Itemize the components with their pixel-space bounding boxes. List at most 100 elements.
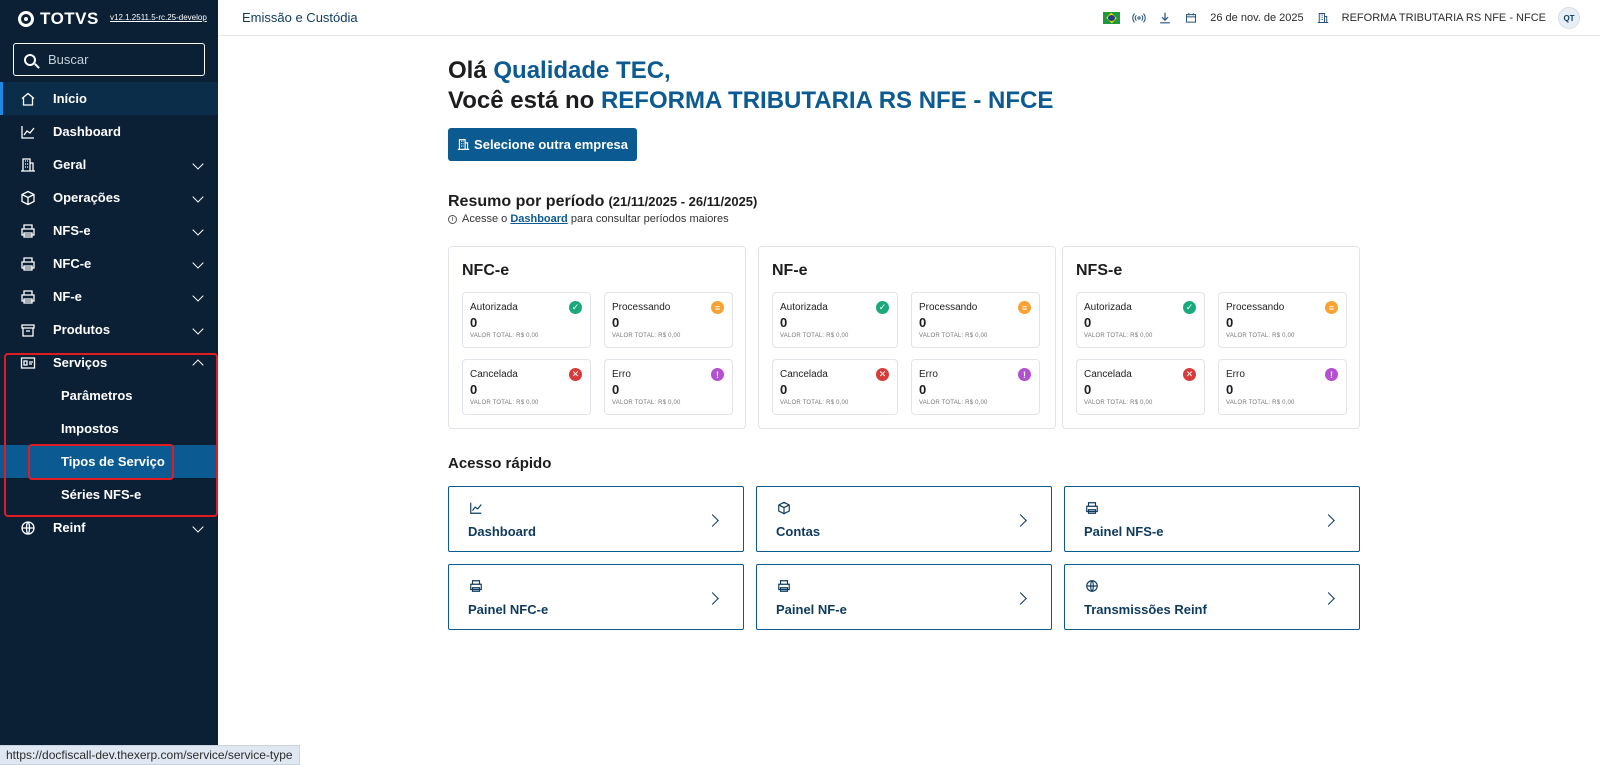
quick-access-dashboard[interactable]: Dashboard: [448, 486, 744, 552]
chevron-right-icon: [1014, 514, 1027, 527]
stat-total: VALOR TOTAL: R$ 0,00: [612, 400, 681, 406]
signal-icon[interactable]: [1132, 11, 1146, 25]
stat-total: VALOR TOTAL: R$ 0,00: [1226, 400, 1295, 406]
stat-cancelada: Cancelada ✕ 0 VALOR TOTAL: R$ 0,00: [772, 359, 898, 415]
sidebar-item-label: Operações: [53, 190, 121, 205]
sidebar-item-label: Serviços: [53, 355, 108, 370]
sidebar-item-label: Dashboard: [53, 124, 121, 139]
quick-access-label: Painel NFC-e: [468, 602, 549, 617]
select-company-label: Selecione outra empresa: [474, 137, 628, 152]
printer-icon: [468, 579, 484, 593]
sidebar-item-label: Produtos: [53, 322, 111, 337]
box-icon: [20, 190, 36, 205]
quick-access-title: Acesso rápido: [448, 455, 552, 472]
search-input[interactable]: [48, 52, 188, 67]
quick-access-painel-nfce[interactable]: Painel NFC-e: [448, 564, 744, 630]
sidebar-item-nfce[interactable]: NFC-e: [0, 247, 218, 280]
chevron-down-icon: [192, 290, 204, 302]
stat-autorizada: Autorizada ✓ 0 VALOR TOTAL: R$ 0,00: [1076, 292, 1205, 348]
sidebar-item-label: NFS-e: [53, 223, 91, 238]
close-circle-icon: ✕: [1183, 368, 1196, 381]
sidebar-item-nfse[interactable]: NFS-e: [0, 214, 218, 247]
stat-value: 0: [1084, 315, 1092, 330]
stat-label: Cancelada: [470, 369, 518, 380]
quick-access-label: Contas: [776, 524, 821, 539]
stat-value: 0: [780, 382, 788, 397]
building-icon: [1316, 11, 1330, 25]
alert-circle-icon: !: [1325, 368, 1338, 381]
sidebar-item-dashboard[interactable]: Dashboard: [0, 115, 218, 148]
sidebar-item-inicio[interactable]: Início: [0, 82, 218, 115]
sidebar-item-servicos[interactable]: Serviços: [0, 346, 218, 379]
sidebar-subitem-series-nfse[interactable]: Séries NFS-e: [0, 478, 218, 511]
sidebar-item-label: Geral: [53, 157, 87, 172]
quick-access-painel-nfse[interactable]: Painel NFS-e: [1064, 486, 1360, 552]
stat-erro: Erro ! 0 VALOR TOTAL: R$ 0,00: [1218, 359, 1347, 415]
stat-total: VALOR TOTAL: R$ 0,00: [919, 400, 988, 406]
chevron-down-icon: [192, 224, 204, 236]
sidebar-subitem-tipos-de-servico[interactable]: Tipos de Serviço: [0, 445, 218, 478]
chevron-right-icon: [706, 592, 719, 605]
stat-value: 0: [780, 315, 788, 330]
brazil-flag-icon[interactable]: [1103, 12, 1121, 24]
stat-total: VALOR TOTAL: R$ 0,00: [1226, 333, 1295, 339]
home-icon: [20, 92, 36, 106]
page-title: Emissão e Custódia: [242, 10, 358, 25]
sidebar-item-geral[interactable]: Geral: [0, 148, 218, 181]
topbar: Emissão e Custódia 26 de nov. de 2025 RE…: [218, 0, 1600, 36]
building-icon: [457, 139, 470, 150]
stat-autorizada: Autorizada ✓ 0 VALOR TOTAL: R$ 0,00: [772, 292, 898, 348]
chevron-right-icon: [1014, 592, 1027, 605]
sidebar-item-reinf[interactable]: Reinf: [0, 511, 218, 544]
quick-access-contas[interactable]: Contas: [756, 486, 1052, 552]
building-icon: [20, 157, 36, 172]
version-link[interactable]: v12.1.2511.5-rc.25-develop: [110, 13, 207, 22]
resumo-heading: Resumo por período: [448, 193, 605, 210]
stat-total: VALOR TOTAL: R$ 0,00: [470, 333, 539, 339]
topbar-actions: 26 de nov. de 2025 REFORMA TRIBUTARIA RS…: [1103, 7, 1580, 29]
current-company[interactable]: REFORMA TRIBUTARIA RS NFE - NFCE: [1342, 12, 1546, 24]
stat-label: Autorizada: [1084, 302, 1132, 313]
printer-icon: [776, 579, 792, 593]
alert-circle-icon: !: [711, 368, 724, 381]
stat-label: Erro: [1226, 369, 1245, 380]
stat-label: Processando: [919, 302, 978, 313]
printer-icon: [20, 256, 36, 271]
stat-label: Processando: [612, 302, 671, 313]
avatar[interactable]: QT: [1558, 7, 1580, 29]
check-circle-icon: ✓: [1183, 301, 1196, 314]
sidebar-item-produtos[interactable]: Produtos: [0, 313, 218, 346]
sidebar-subitem-parametros[interactable]: Parâmetros: [0, 379, 218, 412]
globe-icon: [20, 520, 36, 535]
search-icon: [24, 53, 36, 66]
chart-line-icon: [20, 125, 36, 139]
sidebar-item-label: Início: [53, 91, 87, 106]
brand-logo[interactable]: TOTVS: [18, 9, 99, 29]
summary-card-nfce: NFC-e Autorizada ✓ 0 VALOR TOTAL: R$ 0,0…: [448, 246, 746, 429]
sidebar-item-label: NF-e: [53, 289, 82, 304]
quick-access-label: Painel NFS-e: [1084, 524, 1164, 539]
quick-access-painel-nfe[interactable]: Painel NF-e: [756, 564, 1052, 630]
stack-icon: ≡: [711, 301, 724, 314]
greeting-user: Qualidade TEC,: [493, 57, 671, 84]
stat-label: Processando: [1226, 302, 1285, 313]
quick-access-transmissoes-reinf[interactable]: Transmissões Reinf: [1064, 564, 1360, 630]
sidebar-subitem-impostos[interactable]: Impostos: [0, 412, 218, 445]
sidebar-item-nfe[interactable]: NF-e: [0, 280, 218, 313]
summary-card-nfe: NF-e Autorizada ✓ 0 VALOR TOTAL: R$ 0,00…: [758, 246, 1056, 429]
sidebar-item-operacoes[interactable]: Operações: [0, 181, 218, 214]
chevron-down-icon: [192, 521, 204, 533]
select-company-button[interactable]: Selecione outra empresa: [448, 128, 637, 161]
stat-total: VALOR TOTAL: R$ 0,00: [780, 400, 849, 406]
stat-label: Erro: [919, 369, 938, 380]
brand-name: TOTVS: [40, 9, 99, 28]
chevron-down-icon: [192, 158, 204, 170]
quick-access-label: Transmissões Reinf: [1084, 602, 1207, 617]
download-icon[interactable]: [1158, 11, 1172, 25]
printer-icon: [20, 289, 36, 304]
dashboard-link[interactable]: Dashboard: [510, 213, 567, 225]
calendar-icon: [1184, 11, 1198, 25]
stat-label: Erro: [612, 369, 631, 380]
stat-erro: Erro ! 0 VALOR TOTAL: R$ 0,00: [604, 359, 733, 415]
globe-icon: [1084, 579, 1100, 593]
